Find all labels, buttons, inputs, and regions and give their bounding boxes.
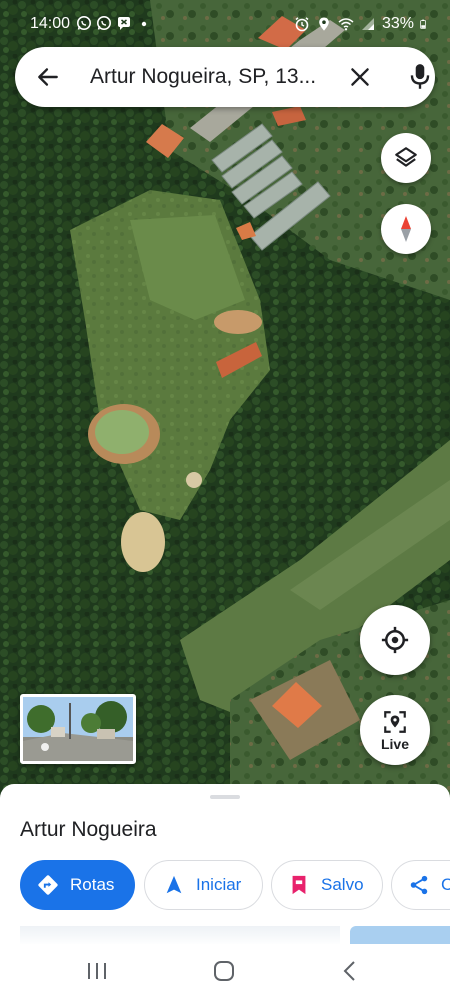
my-location-icon bbox=[381, 626, 409, 654]
layers-button[interactable] bbox=[381, 133, 431, 183]
home-icon[interactable] bbox=[211, 958, 237, 984]
street-view-thumbnail[interactable] bbox=[20, 694, 136, 764]
live-view-icon bbox=[384, 710, 406, 733]
compass-icon bbox=[401, 216, 411, 242]
status-time: 14:00 bbox=[30, 15, 71, 32]
search-query[interactable]: Artur Nogueira, SP, 13... bbox=[90, 65, 330, 89]
location-icon bbox=[319, 17, 329, 31]
system-nav-bar bbox=[0, 944, 450, 1000]
directions-button[interactable]: Rotas bbox=[20, 860, 135, 910]
start-navigation-button[interactable]: Iniciar bbox=[144, 860, 263, 910]
directions-icon bbox=[38, 875, 58, 895]
place-title: Artur Nogueira bbox=[20, 818, 157, 841]
save-label: Salvo bbox=[321, 875, 364, 894]
search-bar[interactable]: Artur Nogueira, SP, 13... bbox=[15, 47, 435, 107]
system-icons: 33% bbox=[294, 15, 430, 33]
close-icon[interactable] bbox=[347, 64, 373, 90]
photo-preview-strip-right[interactable] bbox=[350, 926, 450, 946]
notification-icons bbox=[76, 15, 152, 31]
satellite-map[interactable] bbox=[0, 0, 450, 800]
signal-icon bbox=[361, 18, 374, 30]
live-view-button[interactable]: Live bbox=[360, 695, 430, 765]
action-chips: Rotas Iniciar Salvo C bbox=[20, 860, 450, 910]
bookmark-icon bbox=[292, 875, 306, 895]
alarm-icon bbox=[295, 17, 309, 32]
whatsapp-icon bbox=[77, 16, 91, 30]
back-icon[interactable] bbox=[337, 958, 363, 984]
start-label: Iniciar bbox=[196, 875, 242, 894]
layers-icon bbox=[395, 147, 417, 167]
status-bar: 14:00 33% bbox=[0, 0, 450, 46]
my-location-button[interactable] bbox=[360, 605, 430, 675]
directions-label: Rotas bbox=[70, 875, 115, 894]
compass-button[interactable] bbox=[381, 204, 431, 254]
share-icon bbox=[410, 875, 428, 895]
share-label: C bbox=[441, 875, 450, 894]
share-button[interactable]: C bbox=[391, 860, 450, 910]
message-icon bbox=[118, 17, 130, 30]
microphone-icon[interactable] bbox=[407, 62, 433, 92]
battery-percent: 33% bbox=[381, 15, 414, 32]
street-view-image bbox=[23, 697, 133, 761]
whatsapp-icon bbox=[97, 16, 111, 30]
navigation-icon bbox=[166, 875, 182, 894]
battery-icon bbox=[420, 19, 426, 29]
photo-preview-strip[interactable] bbox=[20, 926, 340, 946]
recent-apps-icon[interactable] bbox=[84, 958, 110, 984]
dot-icon bbox=[141, 21, 147, 27]
satellite-imagery bbox=[0, 0, 450, 800]
live-label: Live bbox=[380, 735, 409, 752]
back-arrow-icon[interactable] bbox=[35, 64, 61, 90]
wifi-icon bbox=[338, 18, 354, 31]
save-button[interactable]: Salvo bbox=[271, 860, 383, 910]
sheet-drag-handle[interactable] bbox=[210, 795, 240, 799]
